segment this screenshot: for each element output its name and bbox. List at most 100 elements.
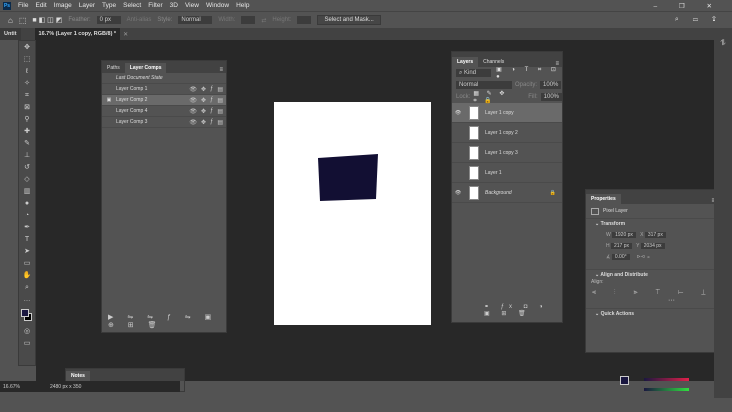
comp-applied-icon[interactable]: ▣ <box>102 97 116 103</box>
foreground-color[interactable] <box>620 376 629 385</box>
blur-icon[interactable]: ● <box>22 199 32 209</box>
menu-layer[interactable]: Layer <box>79 2 95 9</box>
green-slider[interactable] <box>644 388 689 391</box>
tab-paths[interactable]: Paths <box>102 63 125 73</box>
width-field[interactable]: 1920 px <box>612 232 636 238</box>
layer-comp-row[interactable]: Layer Comp 3 👁 ✥ ƒ ▤ <box>102 117 226 128</box>
menu-type[interactable]: Type <box>102 2 116 9</box>
layer-comp-row[interactable]: ▣ Layer Comp 2 👁 ✥ ƒ ▤ <box>102 95 226 106</box>
fx-icon[interactable]: ƒ <box>210 97 213 103</box>
type-tool-icon[interactable]: T <box>22 235 32 245</box>
filter-icons[interactable]: ▣ ◑ T ⌗ ⊡ ● <box>496 66 562 80</box>
lock-icons[interactable]: ▦ ✎ ✥ ⌗ 🔒 <box>473 90 517 105</box>
menu-help[interactable]: Help <box>236 2 249 9</box>
filter-kind-select[interactable]: ⌕ Kind <box>456 69 492 77</box>
eraser-icon[interactable]: ◇ <box>22 175 32 185</box>
swap-icon[interactable]: ⇄ <box>261 17 266 24</box>
flip-icons[interactable]: ⊳⊲ ⌅ <box>637 254 651 260</box>
blend-mode-select[interactable]: Normal <box>456 81 512 89</box>
visibility-icon[interactable]: 👁 <box>189 97 197 104</box>
comps-footer-icons[interactable]: ▶ ⇋ ⇋ ƒ ⇋ ▣ ⊕ ⊞ 🗑 <box>108 313 226 329</box>
appearance-icon[interactable]: ▤ <box>217 119 223 126</box>
last-document-state[interactable]: Last Document State <box>102 73 226 84</box>
height-input[interactable] <box>297 16 312 24</box>
quick-actions-section[interactable]: ⌄ Quick Actions <box>586 308 718 318</box>
layers-footer-icons[interactable]: ⚭ ƒx ◘ ◑ ▣ ⊞ 🗑 <box>484 303 562 317</box>
menu-filter[interactable]: Filter <box>148 2 162 9</box>
tab-layers[interactable]: Layers <box>452 57 479 67</box>
search-workspace-share-icons[interactable]: ⌕ ▭ ⇪ <box>675 16 722 24</box>
tab-active-document[interactable]: 16.7% (Layer 1 copy, RGB/8) * <box>34 28 121 40</box>
quick-mask-icon[interactable]: ◎ <box>22 327 32 337</box>
transform-section[interactable]: ⌄ Transform <box>586 218 718 228</box>
layer-shape-quad[interactable] <box>318 154 378 201</box>
close-tab-icon[interactable]: ✕ <box>123 31 128 38</box>
menu-select[interactable]: Select <box>123 2 141 9</box>
tab-untitled[interactable]: Untit <box>0 28 21 40</box>
selection-mode-icons[interactable]: ■ ◧ ◫ ◩ <box>32 16 62 24</box>
layer-comp-row[interactable]: Layer Comp 1 👁 ✥ ƒ ▤ <box>102 84 226 95</box>
dodge-icon[interactable]: ◔ <box>22 211 32 221</box>
menu-view[interactable]: View <box>185 2 199 9</box>
antialias-checkbox[interactable]: Anti-alias <box>127 17 152 23</box>
hand-tool-icon[interactable]: ✋ <box>22 271 32 281</box>
y-field[interactable]: 2034 px <box>640 243 665 249</box>
learn-icon[interactable]: ⥮ <box>714 38 732 48</box>
marquee-tool-icon[interactable]: ⬚ <box>22 55 32 65</box>
appearance-icon[interactable]: ▤ <box>217 97 223 104</box>
tab-properties[interactable]: Properties <box>586 194 621 204</box>
path-select-icon[interactable]: ➤ <box>22 247 32 257</box>
position-icon[interactable]: ✥ <box>201 97 206 104</box>
x-field[interactable]: 317 px <box>644 232 666 238</box>
home-icon[interactable]: ⌂ <box>8 16 13 25</box>
move-tool-icon[interactable]: ✥ <box>22 43 32 53</box>
window-controls[interactable]: – ❐ ✕ <box>653 2 722 10</box>
angle-field[interactable]: 0.00° <box>611 254 630 260</box>
appearance-icon[interactable]: ▤ <box>217 86 223 93</box>
menu-window[interactable]: Window <box>206 2 229 9</box>
brush-tool-icon[interactable]: ✎ <box>22 139 32 149</box>
position-icon[interactable]: ✥ <box>201 119 206 126</box>
more-tools-icon[interactable]: … <box>22 295 32 305</box>
fx-icon[interactable]: ƒ <box>210 86 213 92</box>
zoom-tool-icon[interactable]: ⌕ <box>22 283 32 293</box>
zoom-level[interactable]: 16.67% <box>3 384 20 390</box>
visibility-icon[interactable]: 👁 <box>189 108 197 115</box>
red-slider[interactable] <box>644 378 689 381</box>
stamp-tool-icon[interactable]: ⊥ <box>22 151 32 161</box>
visibility-icon[interactable]: 👁 <box>189 86 197 93</box>
menu-3d[interactable]: 3D <box>170 2 178 9</box>
style-select[interactable]: Normal <box>178 16 213 24</box>
position-icon[interactable]: ✥ <box>201 108 206 115</box>
tab-notes[interactable]: Notes <box>66 371 90 381</box>
visibility-icon[interactable]: 👁 <box>452 110 464 116</box>
more-options-icon[interactable]: ··· <box>586 297 718 304</box>
feather-input[interactable]: 0 px <box>96 16 121 24</box>
screen-mode-icon[interactable]: ▭ <box>22 339 32 349</box>
history-brush-icon[interactable]: ↺ <box>22 163 32 173</box>
appearance-icon[interactable]: ▤ <box>217 108 223 115</box>
pen-tool-icon[interactable]: ✒ <box>22 223 32 233</box>
align-icons[interactable]: ⫷ ⫶ ⫸ ⊤ ⊢ ⊥ <box>586 285 718 297</box>
crop-tool-icon[interactable]: ⌗ <box>22 91 32 101</box>
height-field[interactable]: 217 px <box>611 243 633 249</box>
fill-input[interactable]: 100% <box>540 93 562 101</box>
width-input[interactable] <box>241 16 256 24</box>
tab-layer-comps[interactable]: Layer Comps <box>124 63 167 73</box>
layer-row[interactable]: 👁 Background 🔒 <box>452 183 562 203</box>
fx-icon[interactable]: ƒ <box>210 119 213 125</box>
magic-wand-icon[interactable]: ✧ <box>22 79 32 89</box>
fx-icon[interactable]: ƒ <box>210 108 213 114</box>
menu-image[interactable]: Image <box>54 2 72 9</box>
gradient-icon[interactable]: ▥ <box>22 187 32 197</box>
position-icon[interactable]: ✥ <box>201 86 206 93</box>
shape-tool-icon[interactable]: ▭ <box>22 259 32 269</box>
color-swatches[interactable] <box>19 307 35 325</box>
lasso-tool-icon[interactable]: ℓ <box>22 67 32 77</box>
visibility-icon[interactable]: 👁 <box>452 190 464 196</box>
menu-edit[interactable]: Edit <box>35 2 46 9</box>
eyedropper-icon[interactable]: ⚲ <box>22 115 32 125</box>
layer-comp-row[interactable]: Layer Comp 4 👁 ✥ ƒ ▤ <box>102 106 226 117</box>
marquee-icon[interactable]: ⬚ <box>19 16 27 25</box>
foreground-color[interactable] <box>21 309 29 317</box>
